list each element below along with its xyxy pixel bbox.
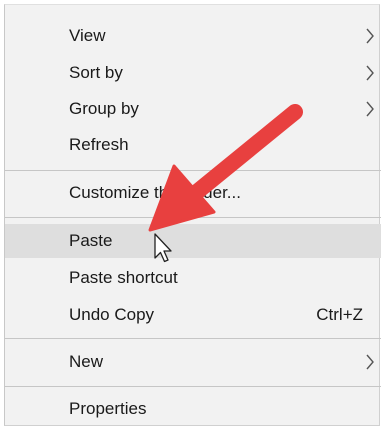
menu-item-label: View [69, 26, 106, 45]
chevron-right-icon [366, 354, 374, 370]
menu-item-label: New [69, 352, 104, 371]
menu-item-customize-folder[interactable]: Customize this folder... [5, 176, 381, 210]
chevron-right-icon [366, 101, 374, 117]
menu-item-label: Customize this folder... [69, 183, 241, 202]
menu-item-group-by[interactable]: Group by [5, 92, 381, 126]
menu-item-sort-by[interactable]: Sort by [5, 56, 381, 90]
menu-item-label: Refresh [69, 135, 129, 154]
menu-item-label: Paste shortcut [69, 268, 178, 287]
menu-item-new[interactable]: New [5, 345, 381, 379]
menu-separator [5, 338, 381, 339]
menu-separator [5, 217, 381, 218]
menu-item-label: Properties [69, 399, 147, 418]
menu-item-label: Paste [69, 231, 113, 250]
shortcut-hint: Ctrl+Z [316, 305, 363, 324]
menu-item-undo-copy[interactable]: Undo Copy Ctrl+Z [5, 298, 381, 332]
menu-item-paste[interactable]: Paste [5, 224, 381, 258]
menu-item-label: Group by [69, 99, 139, 118]
menu-separator [5, 170, 381, 171]
chevron-right-icon [366, 65, 374, 81]
menu-item-paste-shortcut[interactable]: Paste shortcut [5, 261, 381, 295]
menu-separator [5, 386, 381, 387]
menu-item-view[interactable]: View [5, 19, 381, 53]
menu-item-label: Undo Copy [69, 305, 155, 324]
menu-item-refresh[interactable]: Refresh [5, 128, 381, 162]
context-menu: View Sort by Group by Refresh Customize … [4, 4, 381, 426]
menu-item-label: Sort by [69, 63, 123, 82]
menu-item-properties[interactable]: Properties [5, 392, 381, 426]
chevron-right-icon [366, 28, 374, 44]
